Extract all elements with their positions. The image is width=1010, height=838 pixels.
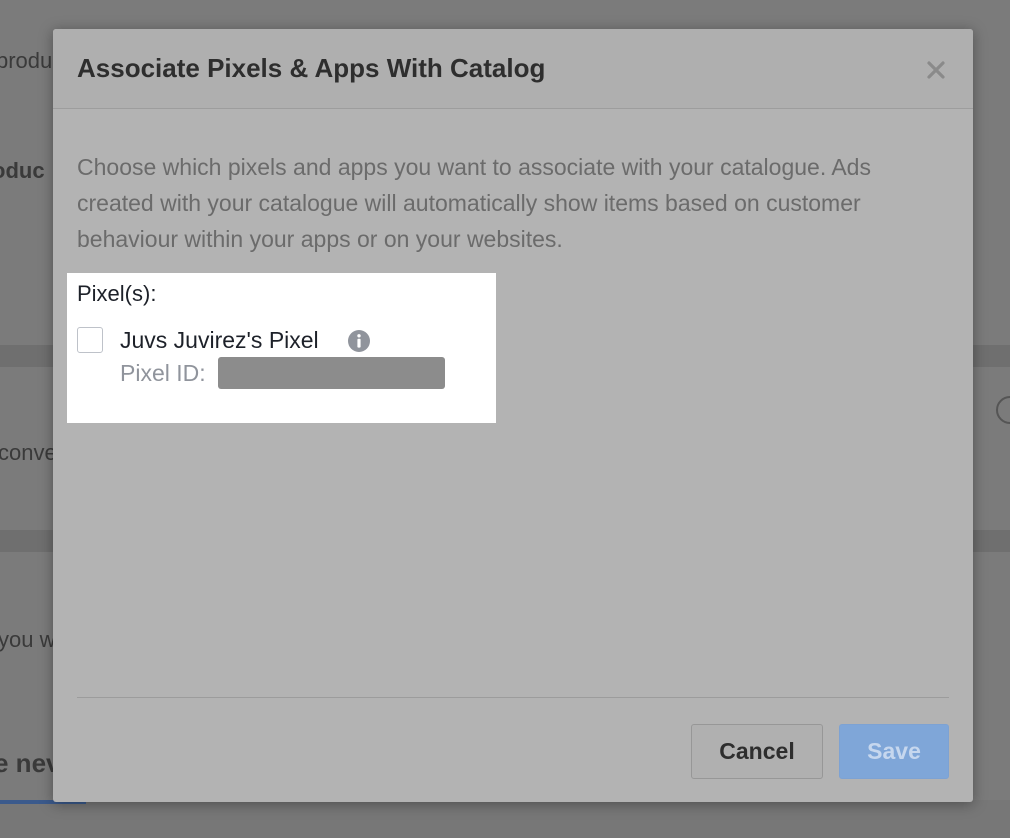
pixel-id-redacted: [218, 357, 445, 389]
info-icon[interactable]: [347, 329, 371, 353]
dialog-title: Associate Pixels & Apps With Catalog: [77, 53, 546, 83]
pixel-name[interactable]: Juvs Juvirez's Pixel: [120, 327, 319, 354]
footer-divider: [77, 697, 949, 698]
background-text: produ: [0, 48, 53, 73]
background-footer: [0, 800, 1010, 838]
pixels-heading: Pixel(s):: [77, 281, 157, 306]
pixels-section: Pixel(s): Juvs Juvirez's Pixel Pixel ID:: [67, 273, 496, 423]
dialog-header: Associate Pixels & Apps With Catalog: [53, 29, 973, 109]
background-text: e nev: [0, 748, 61, 778]
pixel-id-label: Pixel ID:: [120, 360, 206, 386]
pixel-checkbox[interactable]: [77, 327, 103, 353]
background-text: oduc: [0, 158, 45, 183]
dialog-description: Choose which pixels and apps you want to…: [77, 154, 871, 252]
background-radio: [996, 396, 1010, 424]
cancel-button[interactable]: Cancel: [691, 724, 823, 779]
save-button[interactable]: Save: [839, 724, 949, 779]
close-icon[interactable]: [921, 55, 951, 85]
background-text: conve: [0, 440, 57, 465]
associate-pixels-dialog: Associate Pixels & Apps With Catalog Cho…: [53, 29, 973, 802]
background-text: you w: [0, 627, 56, 652]
